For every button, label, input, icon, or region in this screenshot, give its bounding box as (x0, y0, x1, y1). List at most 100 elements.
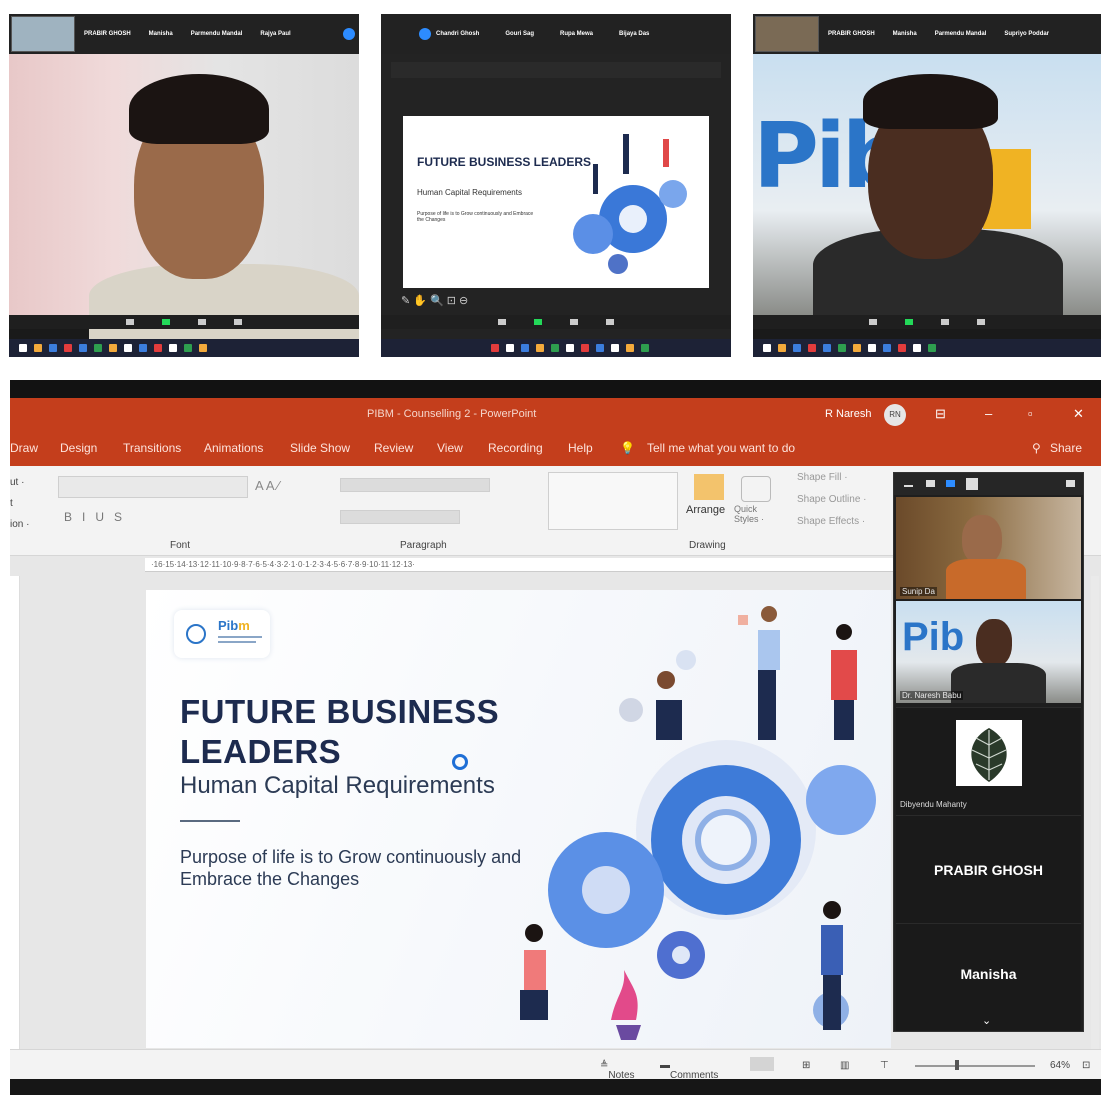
slide-paragraph: Purpose of life is to Grow continuously … (417, 211, 534, 223)
minimize-icon[interactable] (904, 485, 913, 487)
share-screen-icon[interactable] (905, 319, 913, 325)
reading-view-icon[interactable]: ▥ (840, 1060, 849, 1071)
participant-name: Dr. Naresh Babu (900, 691, 964, 700)
participant-tile[interactable]: Pib Dr. Naresh Babu (896, 601, 1081, 703)
reactions-icon[interactable] (977, 319, 985, 325)
ribbon-display-icon[interactable]: ⊟ (935, 406, 946, 422)
restore-icon[interactable]: ▫ (1028, 406, 1033, 421)
zoom-slider[interactable] (915, 1065, 1035, 1067)
chevron-down-icon[interactable]: ⌄ (982, 1014, 991, 1027)
divider (180, 820, 240, 822)
participant-name: Parmendu Mandal (190, 31, 243, 37)
meeting-controls (381, 315, 731, 329)
zoom-level[interactable]: 64% (1050, 1060, 1070, 1071)
tab-draw[interactable]: Draw (10, 441, 38, 455)
tab-animations[interactable]: Animations (204, 441, 263, 455)
quick-styles-button[interactable]: Quick Styles · (734, 504, 774, 524)
taskbar (381, 339, 731, 357)
tab-transitions[interactable]: Transitions (123, 441, 181, 455)
arrange-icon (694, 474, 724, 500)
window-title: PIBM - Counselling 2 - PowerPoint (367, 408, 537, 420)
ribbon-tabs: Draw Design Transitions Animations Slide… (10, 430, 1101, 466)
fit-to-window-icon[interactable]: ⊡ (1082, 1060, 1090, 1071)
record-icon[interactable] (198, 319, 206, 325)
vertical-scrollbar[interactable] (1091, 576, 1099, 1049)
title-bar: PIBM - Counselling 2 - PowerPoint R Nare… (10, 398, 1101, 430)
title-line: LEADERS (180, 733, 342, 770)
profile-picture (956, 720, 1022, 786)
font-size-buttons[interactable]: A A ⁄ (255, 478, 280, 493)
expand-icon[interactable] (1066, 480, 1075, 487)
arrange-button[interactable]: Arrange (686, 504, 725, 516)
self-thumbnail (11, 16, 75, 52)
shape-effects-button[interactable]: Shape Effects · (797, 516, 865, 527)
record-icon[interactable] (570, 319, 578, 325)
participant-name: Manisha (892, 31, 917, 37)
comments-button[interactable]: ▬ Comments (660, 1060, 718, 1081)
taskbar (9, 339, 359, 357)
slide-canvas[interactable]: Pibm FUTURE BUSINESS LEADERS Human Capit… (146, 590, 891, 1048)
zoom-slider-thumb[interactable] (955, 1060, 959, 1070)
grid-icon[interactable] (966, 478, 978, 490)
next-page-icon[interactable] (343, 28, 355, 40)
user-name[interactable]: R Naresh (825, 408, 871, 420)
lightbulb-icon: 💡 (620, 441, 635, 455)
participants-icon[interactable] (869, 319, 877, 325)
tab-view[interactable]: View (437, 441, 463, 455)
zoom-screenshot-middle: Chandri Ghosh Gouri Sag Rupa Mewa Bijaya… (381, 14, 731, 357)
speaker-view-icon[interactable] (926, 480, 935, 487)
copy-button[interactable]: t (10, 493, 29, 514)
share-icon[interactable]: ⚲ (1032, 441, 1041, 455)
list-buttons[interactable] (340, 478, 490, 492)
participant-tile[interactable]: Sunip Da (896, 497, 1081, 599)
tab-review[interactable]: Review (374, 441, 413, 455)
reactions-icon[interactable] (606, 319, 614, 325)
slide-sorter-icon[interactable]: ⊞ (802, 1060, 810, 1071)
share-button[interactable]: Share (1050, 441, 1082, 455)
annotation-tools[interactable]: ✎ ✋ 🔍 ⊡ ⊖ (401, 294, 468, 307)
format-painter-button[interactable]: ion · (10, 514, 29, 535)
tell-me-search[interactable]: Tell me what you want to do (647, 441, 795, 455)
font-format-buttons[interactable]: BIUS (64, 510, 132, 524)
participants-icon[interactable] (126, 319, 134, 325)
gallery-view-icon[interactable] (946, 480, 955, 487)
close-icon[interactable]: ✕ (1073, 406, 1084, 422)
avatar[interactable]: RN (884, 404, 906, 426)
prev-page-icon[interactable] (419, 28, 431, 40)
share-screen-icon[interactable] (162, 319, 170, 325)
participant-tile[interactable]: PRABIR GHOSH (896, 815, 1081, 923)
meeting-controls (9, 315, 359, 329)
slide-subtitle[interactable]: Human Capital Requirements (180, 772, 495, 800)
participants-icon[interactable] (498, 319, 506, 325)
zoom-gallery-panel: Sunip Da Pib Dr. Naresh Babu Dibyendu Ma… (893, 472, 1084, 1032)
tab-help[interactable]: Help (568, 441, 593, 455)
align-buttons[interactable] (340, 510, 460, 524)
share-screen-icon[interactable] (534, 319, 542, 325)
record-icon[interactable] (941, 319, 949, 325)
tab-slide-show[interactable]: Slide Show (290, 441, 350, 455)
logo-wordmark: Pibm (218, 618, 250, 633)
tab-design[interactable]: Design (60, 441, 97, 455)
cut-button[interactable]: ut · (10, 472, 29, 493)
reactions-icon[interactable] (234, 319, 242, 325)
minimize-icon[interactable]: – (985, 406, 992, 421)
font-name-box[interactable] (58, 476, 248, 498)
tab-recording[interactable]: Recording (488, 441, 543, 455)
shapes-gallery[interactable] (548, 472, 678, 530)
normal-view-icon[interactable] (750, 1057, 774, 1071)
speaker-hair (863, 74, 998, 129)
participant-name: Bijaya Das (619, 31, 650, 37)
participant-tile[interactable]: Dibyendu Mahanty (896, 707, 1081, 815)
shape-outline-button[interactable]: Shape Outline · (797, 494, 867, 505)
participant-name: Gouri Sag (505, 31, 535, 37)
shared-slide: FUTURE BUSINESS LEADERS Human Capital Re… (403, 116, 709, 288)
taskbar (753, 339, 1101, 357)
shape-fill-button[interactable]: Shape Fill · (797, 472, 848, 483)
taskbar-edge (10, 1079, 1101, 1095)
notes-button[interactable]: ≜ Notes (600, 1060, 635, 1081)
virtual-background-logo: Pib (902, 615, 965, 659)
participant-name: Rupa Mewa (560, 31, 594, 37)
title-line: FUTURE BUSINESS (180, 693, 500, 730)
participant-strip: PRABIR GHOSH Manisha Parmendu Mandal Raj… (9, 14, 359, 54)
slideshow-icon[interactable]: ⊤ (880, 1060, 889, 1071)
